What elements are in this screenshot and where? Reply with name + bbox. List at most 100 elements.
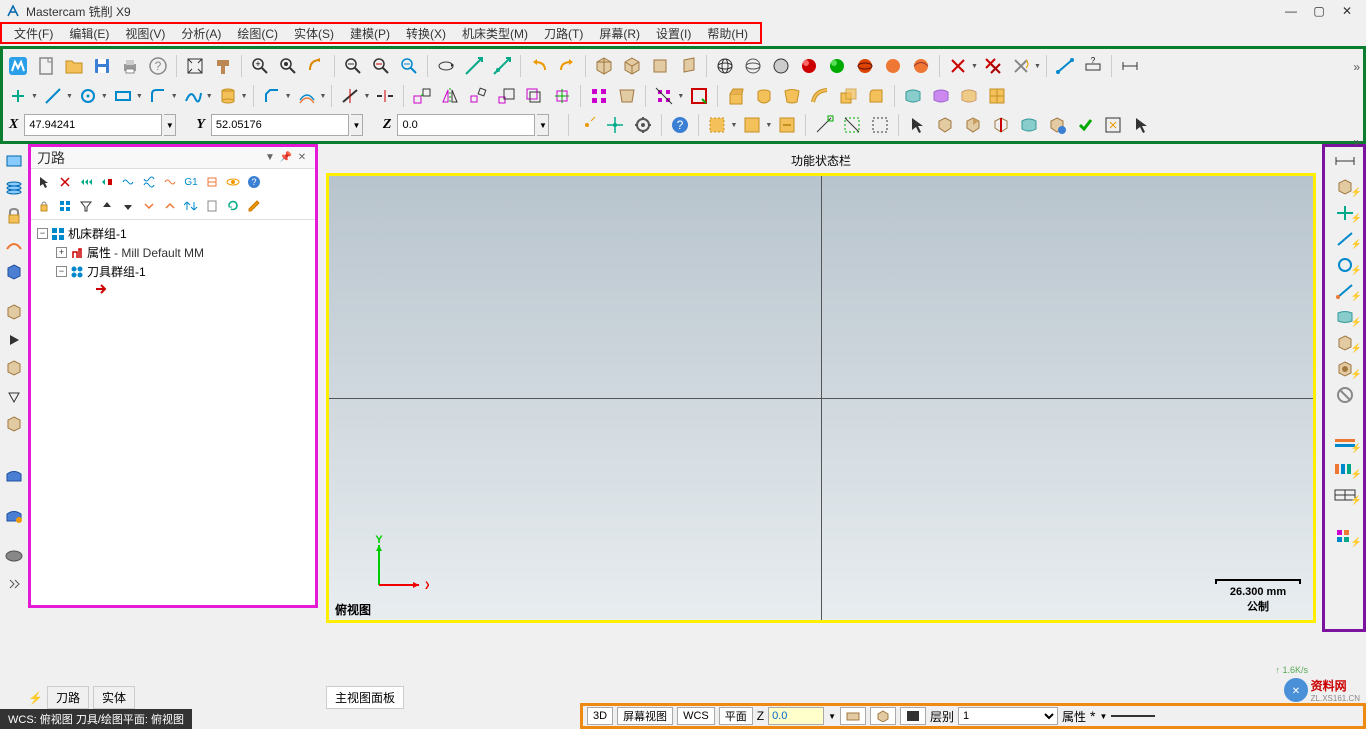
rv-cube3-icon[interactable]: ⚡ bbox=[1327, 357, 1363, 381]
dropdown-arrow[interactable]: ▼ bbox=[66, 93, 73, 100]
delete-icon[interactable] bbox=[945, 53, 971, 79]
viewport[interactable]: Y X 26.300 mm 公制 俯视图 bbox=[329, 176, 1313, 620]
btn-plane[interactable]: 平面 bbox=[719, 707, 753, 725]
rv-grid-icon[interactable]: ⚡ bbox=[1327, 525, 1363, 549]
btn-screen-view[interactable]: 屏幕视图 bbox=[617, 707, 673, 725]
sel-single-icon[interactable] bbox=[739, 112, 765, 138]
stock-status-icon[interactable] bbox=[840, 707, 866, 725]
tp-wave1-icon[interactable] bbox=[119, 173, 137, 191]
solid-box-icon[interactable] bbox=[2, 260, 26, 284]
dimension-icon[interactable] bbox=[1117, 53, 1143, 79]
tp-sim-stop-icon[interactable] bbox=[98, 173, 116, 191]
menu-toolpath[interactable]: 刀路(T) bbox=[536, 25, 591, 42]
linestyle-preview[interactable] bbox=[1111, 715, 1155, 717]
pick-face-icon[interactable] bbox=[960, 112, 986, 138]
tp-expand-icon[interactable] bbox=[161, 197, 179, 215]
dropdown-arrow[interactable]: ▼ bbox=[171, 93, 178, 100]
expand-toolbar-2-icon[interactable]: » bbox=[1353, 135, 1360, 149]
dropdown-arrow[interactable]: ▼ bbox=[320, 93, 327, 100]
stock2-icon[interactable] bbox=[2, 504, 26, 528]
menu-draw[interactable]: 绘图(C) bbox=[229, 25, 286, 42]
close-button[interactable]: ✕ bbox=[1334, 1, 1360, 21]
tree-node-properties[interactable]: + 属性 - Mill Default MM bbox=[37, 243, 309, 262]
rv-bars3-icon[interactable]: ⚡ bbox=[1327, 483, 1363, 507]
z-input[interactable] bbox=[397, 114, 535, 136]
pick-verify-icon[interactable] bbox=[1072, 112, 1098, 138]
surface-icon[interactable] bbox=[900, 83, 926, 109]
menu-view[interactable]: 视图(V) bbox=[117, 25, 173, 42]
attr-dropdown[interactable]: ▼ bbox=[1099, 712, 1107, 721]
tp-pencil-icon[interactable] bbox=[245, 197, 263, 215]
dropdown-arrow[interactable]: ▼ bbox=[971, 63, 978, 70]
dropdown-arrow[interactable]: ▼ bbox=[206, 93, 213, 100]
tp-x-icon[interactable] bbox=[56, 173, 74, 191]
rv-cube1-icon[interactable]: ⚡ bbox=[1327, 175, 1363, 199]
tree-node-toolgroup[interactable]: − 刀具群组-1 bbox=[37, 262, 309, 281]
expand-panel-icon[interactable]: ⚡ bbox=[28, 691, 43, 705]
shaded-icon[interactable] bbox=[796, 53, 822, 79]
solid-boolean-icon[interactable] bbox=[835, 83, 861, 109]
dropdown-arrow[interactable]: ▼ bbox=[765, 122, 772, 129]
shaded-edge-icon[interactable] bbox=[852, 53, 878, 79]
trim-icon[interactable] bbox=[337, 83, 363, 109]
spline-icon[interactable] bbox=[180, 83, 206, 109]
undo-icon[interactable] bbox=[526, 53, 552, 79]
dropdown-arrow[interactable]: ▼ bbox=[241, 93, 248, 100]
cube-right-icon[interactable] bbox=[675, 53, 701, 79]
x-input[interactable] bbox=[24, 114, 162, 136]
panel-dropdown-icon[interactable]: ▼ bbox=[263, 151, 277, 165]
tp-sim-icon[interactable] bbox=[77, 173, 95, 191]
panel-close-icon[interactable]: ✕ bbox=[295, 151, 309, 165]
rv-bars2-icon[interactable]: ⚡ bbox=[1327, 457, 1363, 481]
solid-box4-icon[interactable] bbox=[2, 412, 26, 436]
xform-offset-icon[interactable] bbox=[521, 83, 547, 109]
point-icon[interactable] bbox=[5, 83, 31, 109]
snap-help-icon[interactable]: ? bbox=[667, 112, 693, 138]
y-input[interactable] bbox=[211, 114, 349, 136]
drag-icon[interactable] bbox=[686, 83, 712, 109]
menu-edit[interactable]: 编辑(E) bbox=[61, 25, 117, 42]
arrow-play-icon[interactable] bbox=[2, 328, 26, 352]
open-file-icon[interactable] bbox=[61, 53, 87, 79]
minimize-button[interactable]: — bbox=[1278, 1, 1304, 21]
primitive-cylinder-icon[interactable] bbox=[215, 83, 241, 109]
dropdown-arrow[interactable]: ▼ bbox=[285, 93, 292, 100]
unzoom-prev-icon[interactable] bbox=[303, 53, 329, 79]
cube-status-icon[interactable] bbox=[870, 707, 896, 725]
tree-expand-icon[interactable]: + bbox=[56, 247, 67, 258]
dropdown-arrow[interactable]: ▼ bbox=[136, 93, 143, 100]
levels-icon[interactable] bbox=[2, 176, 26, 200]
xform-rotate-icon[interactable] bbox=[465, 83, 491, 109]
planes-icon[interactable] bbox=[2, 148, 26, 172]
trim-array-icon[interactable] bbox=[651, 83, 677, 109]
tp-wave2-icon[interactable] bbox=[140, 173, 158, 191]
tp-grid-icon[interactable] bbox=[56, 197, 74, 215]
wireframe-icon[interactable] bbox=[712, 53, 738, 79]
shaded-translucent-icon[interactable] bbox=[824, 53, 850, 79]
tp-lock-icon[interactable] bbox=[35, 197, 53, 215]
save-icon[interactable] bbox=[89, 53, 115, 79]
offset-contour-icon[interactable] bbox=[294, 83, 320, 109]
shaded-outline-icon[interactable] bbox=[768, 53, 794, 79]
fastpoint-icon[interactable] bbox=[574, 112, 600, 138]
restore-button[interactable]: ▢ bbox=[1306, 1, 1332, 21]
solid-revolve-icon[interactable] bbox=[751, 83, 777, 109]
redo-icon[interactable] bbox=[554, 53, 580, 79]
tp-collapse-icon[interactable] bbox=[140, 197, 158, 215]
tp-sort-icon[interactable] bbox=[182, 197, 200, 215]
stock-icon[interactable] bbox=[2, 464, 26, 488]
cube-front-icon[interactable] bbox=[647, 53, 673, 79]
expand-toolbar-icon[interactable]: » bbox=[1353, 60, 1360, 74]
fit-icon[interactable] bbox=[182, 53, 208, 79]
tab-toolpath[interactable]: 刀路 bbox=[47, 686, 89, 709]
tab-mainview[interactable]: 主视图面板 bbox=[326, 686, 404, 709]
menu-solid[interactable]: 实体(S) bbox=[286, 25, 342, 42]
menu-analyze[interactable]: 分析(A) bbox=[173, 25, 229, 42]
layer-select[interactable]: 1 bbox=[958, 707, 1058, 725]
pick-arrow-icon[interactable] bbox=[904, 112, 930, 138]
tp-up-icon[interactable] bbox=[98, 197, 116, 215]
pick-last-icon[interactable] bbox=[1100, 112, 1126, 138]
fillet-icon[interactable] bbox=[145, 83, 171, 109]
tree-node-machine-group[interactable]: − 机床群组-1 bbox=[37, 224, 309, 243]
sel-end-icon[interactable] bbox=[811, 112, 837, 138]
